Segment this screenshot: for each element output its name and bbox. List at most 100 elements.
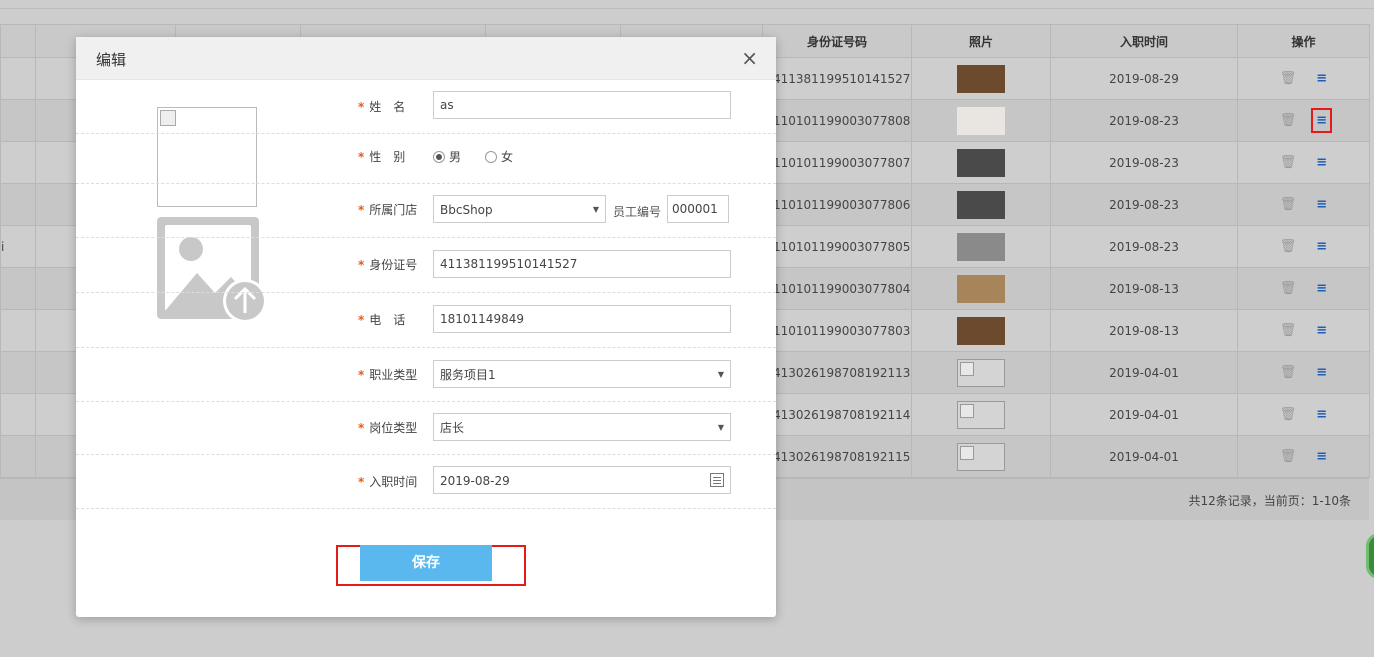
trash-icon[interactable]: 🗑︎ bbox=[1280, 449, 1297, 464]
hire-date-cell: 2019-08-23 bbox=[1050, 141, 1238, 184]
hire-date-input[interactable]: 2019-08-29 bbox=[433, 466, 731, 494]
form-row-phone: * 电 话 bbox=[76, 292, 776, 348]
trash-icon[interactable]: 🗑︎ bbox=[1280, 71, 1297, 86]
trash-icon[interactable]: 🗑︎ bbox=[1280, 197, 1297, 212]
position-label: * 岗位类型 bbox=[358, 421, 418, 435]
edit-icon[interactable]: ≡ bbox=[1316, 71, 1327, 86]
photo-cell bbox=[911, 393, 1051, 436]
id-card-cell: 411381199510141527 bbox=[762, 57, 912, 100]
photo-cell bbox=[911, 225, 1051, 268]
staff-no-label: 员工编号 bbox=[613, 205, 662, 219]
actions-cell: 🗑︎ ≡ bbox=[1237, 267, 1370, 310]
edit-icon[interactable]: ≡ bbox=[1316, 449, 1327, 464]
job-type-label: * 职业类型 bbox=[358, 368, 418, 382]
edit-icon[interactable]: ≡ bbox=[1316, 281, 1327, 296]
phone-input[interactable] bbox=[433, 305, 731, 333]
photo-cell bbox=[911, 267, 1051, 310]
form-row-position: * 岗位类型 店长 bbox=[76, 401, 776, 455]
header-actions: 操作 bbox=[1237, 24, 1370, 58]
photo-cell bbox=[911, 99, 1051, 142]
actions-cell: 🗑︎ ≡ bbox=[1237, 351, 1370, 394]
hire-date-cell: 2019-08-23 bbox=[1050, 99, 1238, 142]
gender-male-radio[interactable]: 男 bbox=[433, 148, 461, 165]
form-row-gender: * 性 别 男 女 bbox=[76, 133, 776, 184]
photo-thumbnail bbox=[957, 274, 1005, 303]
trash-icon[interactable]: 🗑︎ bbox=[1280, 281, 1297, 296]
position-select[interactable]: 店长 bbox=[433, 413, 731, 442]
id-card-cell: 413026198708192113 bbox=[762, 351, 912, 394]
actions-cell: 🗑︎ ≡ bbox=[1237, 57, 1370, 100]
trash-icon[interactable]: 🗑︎ bbox=[1280, 365, 1297, 380]
top-divider bbox=[0, 8, 1374, 9]
edit-icon[interactable]: ≡ bbox=[1316, 239, 1327, 254]
hire-date-cell: 2019-08-13 bbox=[1050, 309, 1238, 352]
dialog-header: 编辑 × bbox=[76, 37, 776, 80]
hire-date-cell: 2019-04-01 bbox=[1050, 435, 1238, 478]
form-row-hire-date: * 入职时间 2019-08-29 bbox=[76, 454, 776, 509]
edit-icon[interactable]: ≡ bbox=[1316, 197, 1327, 212]
photo-thumbnail bbox=[957, 232, 1005, 261]
photo-cell bbox=[911, 351, 1051, 394]
form-row-name: * 姓 名 bbox=[76, 79, 776, 134]
photo-thumbnail bbox=[957, 316, 1005, 345]
dialog-title: 编辑 bbox=[96, 51, 127, 69]
name-label: * 姓 名 bbox=[358, 100, 406, 114]
broken-image-icon bbox=[957, 358, 1005, 387]
gender-female-radio[interactable]: 女 bbox=[485, 148, 513, 165]
trash-icon[interactable]: 🗑︎ bbox=[1280, 239, 1297, 254]
close-icon[interactable]: × bbox=[741, 46, 758, 70]
id-label: * 身份证号 bbox=[358, 258, 418, 272]
gender-label: * 性 别 bbox=[358, 150, 406, 164]
form-row-job-type: * 职业类型 服务项目1 bbox=[76, 347, 776, 402]
hire-date-cell: 2019-04-01 bbox=[1050, 351, 1238, 394]
hire-date-cell: 2019-08-23 bbox=[1050, 183, 1238, 226]
header-hire-date: 入职时间 bbox=[1050, 24, 1238, 58]
photo-cell bbox=[911, 309, 1051, 352]
hire-date-cell: 2019-04-01 bbox=[1050, 393, 1238, 436]
photo-thumbnail bbox=[957, 148, 1005, 177]
hire-date-cell: 2019-08-29 bbox=[1050, 57, 1238, 100]
save-button[interactable]: 保存 bbox=[360, 545, 492, 581]
edit-icon[interactable]: ≡ bbox=[1316, 365, 1327, 380]
id-card-cell: 110101199003077803 bbox=[762, 309, 912, 352]
job-type-select[interactable]: 服务项目1 bbox=[433, 360, 731, 389]
photo-thumbnail bbox=[957, 190, 1005, 219]
floating-button[interactable] bbox=[1366, 533, 1374, 579]
trash-icon[interactable]: 🗑︎ bbox=[1280, 155, 1297, 170]
phone-label: * 电 话 bbox=[358, 313, 406, 327]
actions-cell: 🗑︎ ≡ bbox=[1237, 393, 1370, 436]
name-input[interactable] bbox=[433, 91, 731, 119]
id-card-cell: 110101199003077805 bbox=[762, 225, 912, 268]
actions-cell: 🗑︎ ≡ bbox=[1237, 141, 1370, 184]
trash-icon[interactable]: 🗑︎ bbox=[1280, 113, 1297, 128]
partial-text: i bbox=[1, 239, 5, 254]
photo-cell bbox=[911, 435, 1051, 478]
id-input[interactable] bbox=[433, 250, 731, 278]
pagination-info: 共12条记录，当前页：1-10条 bbox=[1188, 494, 1351, 508]
actions-cell: 🗑︎ ≡ bbox=[1237, 183, 1370, 226]
trash-icon[interactable]: 🗑︎ bbox=[1280, 323, 1297, 338]
id-card-cell: 413026198708192114 bbox=[762, 393, 912, 436]
staff-no-input[interactable] bbox=[667, 195, 729, 223]
id-card-cell: 110101199003077806 bbox=[762, 183, 912, 226]
hire-date-value: 2019-08-29 bbox=[440, 474, 510, 488]
id-card-cell: 413026198708192115 bbox=[762, 435, 912, 478]
photo-cell bbox=[911, 141, 1051, 184]
photo-thumbnail bbox=[957, 64, 1005, 93]
store-select[interactable]: BbcShop bbox=[433, 195, 606, 224]
radio-unselected-icon bbox=[485, 151, 497, 163]
trash-icon[interactable]: 🗑︎ bbox=[1280, 407, 1297, 422]
actions-cell: 🗑︎ ≡ bbox=[1237, 225, 1370, 268]
actions-cell: 🗑︎ ≡ bbox=[1237, 435, 1370, 478]
edit-icon[interactable]: ≡ bbox=[1316, 155, 1327, 170]
hire-date-cell: 2019-08-23 bbox=[1050, 225, 1238, 268]
id-card-cell: 110101199003077807 bbox=[762, 141, 912, 184]
calendar-icon[interactable] bbox=[710, 473, 724, 487]
edit-icon[interactable]: ≡ bbox=[1316, 407, 1327, 422]
radio-selected-icon bbox=[433, 151, 445, 163]
header-id-card: 身份证号码 bbox=[762, 24, 912, 58]
broken-image-icon bbox=[957, 442, 1005, 471]
edit-icon[interactable]: ≡ bbox=[1311, 108, 1333, 133]
edit-icon[interactable]: ≡ bbox=[1316, 323, 1327, 338]
edit-dialog: 编辑 × *姓 名 *性 别 男 女 *所属门店 BbcShop 员工编号 *身… bbox=[76, 37, 776, 617]
